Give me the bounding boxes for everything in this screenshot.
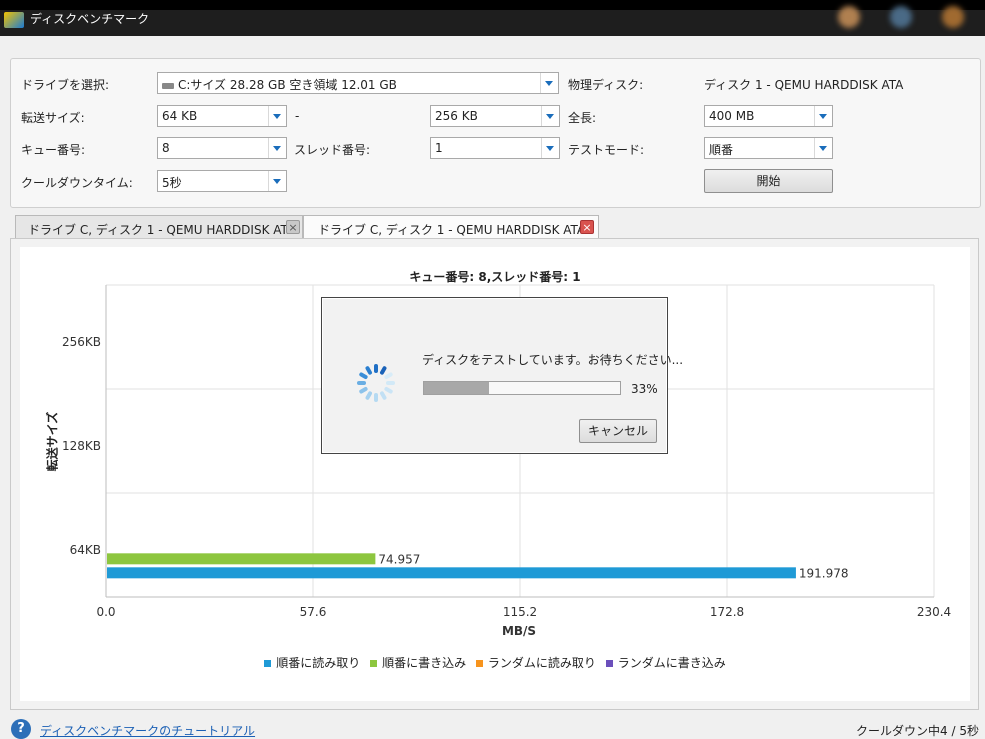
y-tick-label: 256KB xyxy=(62,335,101,349)
x-tick-label: 115.2 xyxy=(503,605,537,619)
y-tick-label: 128KB xyxy=(62,439,101,453)
bar-value-label: 191.978 xyxy=(799,566,849,580)
x-tick-label: 230.4 xyxy=(917,605,951,619)
legend-swatch xyxy=(264,660,272,667)
x-tick-label: 57.6 xyxy=(300,605,327,619)
x-tick-label: 0.0 xyxy=(96,605,115,619)
legend-label: ランダムに書き込み xyxy=(617,656,726,670)
x-tick-label: 172.8 xyxy=(710,605,744,619)
x-axis-title: MB/S xyxy=(502,624,536,638)
cooldown-status: クールダウン中4 / 5秒 xyxy=(856,724,979,738)
progress-bar xyxy=(423,381,621,395)
bar-seq-write xyxy=(107,553,376,565)
question-icon[interactable]: ? xyxy=(11,719,31,739)
legend-item: ランダムに読み取り xyxy=(475,654,596,671)
legend-item: 順番に書き込み xyxy=(370,654,466,671)
legend-item: ランダムに書き込み xyxy=(605,654,726,671)
progress-dialog: ディスクをテストしています。お待ちください... 33% キャンセル xyxy=(321,297,683,454)
legend-swatch xyxy=(370,660,378,667)
legend-label: ランダムに読み取り xyxy=(487,656,596,670)
bar-value-label: 74.957 xyxy=(378,552,420,566)
progress-fill xyxy=(424,382,489,394)
legend-label: 順番に読み取り xyxy=(276,656,361,670)
y-tick-label: 64KB xyxy=(70,543,101,557)
cancel-button[interactable]: キャンセル xyxy=(579,419,657,443)
spinner-icon xyxy=(357,364,395,402)
bar-seq-read xyxy=(107,567,796,579)
legend-swatch xyxy=(605,660,613,667)
legend-swatch xyxy=(475,660,483,667)
progress-percent: 33% xyxy=(631,382,658,396)
tutorial-link[interactable]: ディスクベンチマークのチュートリアル xyxy=(40,722,255,739)
chart-legend: 順番に読み取り 順番に書き込み ランダムに読み取り ランダムに書き込み xyxy=(20,654,970,671)
dialog-message: ディスクをテストしています。お待ちください... xyxy=(422,353,684,367)
legend-item: 順番に読み取り xyxy=(264,654,360,671)
legend-label: 順番に書き込み xyxy=(382,656,467,670)
